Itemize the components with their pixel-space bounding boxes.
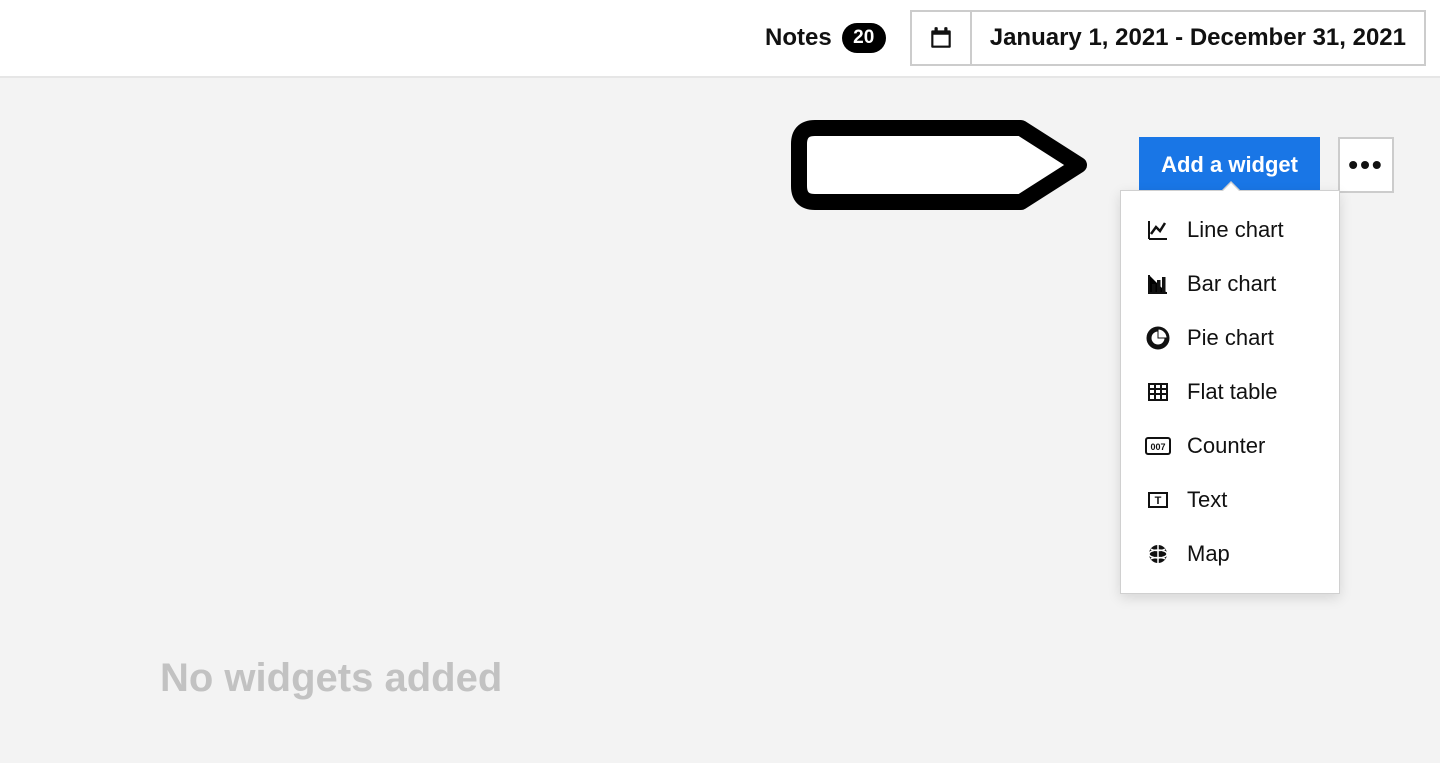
date-range-text: January 1, 2021 - December 31, 2021 <box>972 12 1424 64</box>
table-icon <box>1145 379 1171 405</box>
notes-count-badge: 20 <box>842 23 886 53</box>
menu-item-counter[interactable]: 007 Counter <box>1121 419 1339 473</box>
date-range-picker[interactable]: January 1, 2021 - December 31, 2021 <box>910 10 1426 66</box>
more-options-button[interactable]: ••• <box>1338 137 1394 193</box>
menu-item-text[interactable]: T Text <box>1121 473 1339 527</box>
menu-item-map[interactable]: Map <box>1121 527 1339 581</box>
top-bar: Notes 20 January 1, 2021 - December 31, … <box>0 0 1440 78</box>
menu-item-label: Bar chart <box>1187 271 1276 297</box>
menu-item-label: Text <box>1187 487 1227 513</box>
menu-item-flat-table[interactable]: Flat table <box>1121 365 1339 419</box>
add-widget-menu: Line chart Bar chart Pie chart Flat tabl… <box>1120 190 1340 594</box>
calendar-icon <box>912 12 972 64</box>
menu-item-label: Counter <box>1187 433 1265 459</box>
pie-chart-icon <box>1145 325 1171 351</box>
notes-label: Notes <box>765 24 832 52</box>
svg-text:007: 007 <box>1150 442 1165 452</box>
menu-item-label: Pie chart <box>1187 325 1274 351</box>
text-icon: T <box>1145 487 1171 513</box>
bar-chart-icon <box>1145 271 1171 297</box>
line-chart-icon <box>1145 217 1171 243</box>
svg-text:T: T <box>1155 495 1162 507</box>
menu-item-pie-chart[interactable]: Pie chart <box>1121 311 1339 365</box>
menu-item-label: Line chart <box>1187 217 1284 243</box>
notes-button[interactable]: Notes 20 <box>765 23 886 53</box>
ellipsis-icon: ••• <box>1348 149 1383 181</box>
workspace: Add a widget ••• Line chart Bar chart Pi… <box>0 78 1440 763</box>
menu-item-bar-chart[interactable]: Bar chart <box>1121 257 1339 311</box>
counter-icon: 007 <box>1145 433 1171 459</box>
menu-item-label: Map <box>1187 541 1230 567</box>
annotation-arrow <box>791 120 1091 210</box>
menu-item-label: Flat table <box>1187 379 1278 405</box>
menu-item-line-chart[interactable]: Line chart <box>1121 203 1339 257</box>
empty-state-message: No widgets added <box>160 656 502 701</box>
globe-icon <box>1145 541 1171 567</box>
